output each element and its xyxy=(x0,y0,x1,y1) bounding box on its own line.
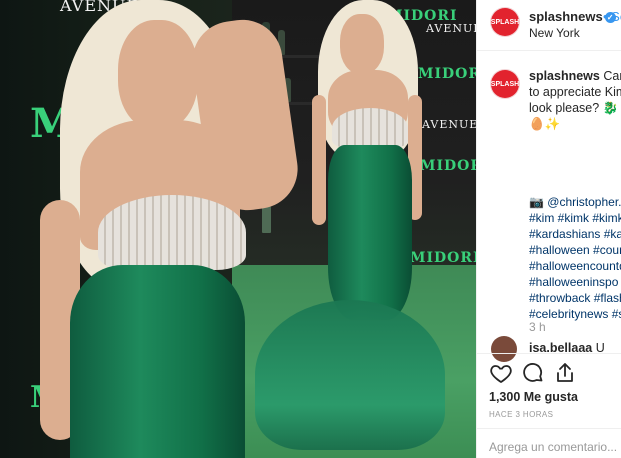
account-avatar[interactable]: SPLASH xyxy=(491,8,519,36)
avenue-logo: AVENUE xyxy=(426,22,476,35)
post-time-ago[interactable]: HACE 3 HORAS xyxy=(489,410,553,419)
hashtag-line[interactable]: #halloweeninspo # xyxy=(529,274,621,290)
photo-credit[interactable]: 📷 @christopher.p xyxy=(529,194,621,210)
hashtag-line[interactable]: #throwback #flashl xyxy=(529,290,621,306)
figure-right-shell-top xyxy=(332,108,408,148)
brand-logo-right-mid: MIDORI xyxy=(418,66,476,82)
figure-right-skirt xyxy=(328,145,412,320)
header-username-text[interactable]: splashnews xyxy=(529,9,603,24)
post-location[interactable]: New York xyxy=(529,26,580,40)
hashtag-line[interactable]: #halloweencountd xyxy=(529,258,621,274)
caption-line-2: to appreciate Kim's xyxy=(529,85,621,99)
post-photo[interactable]: MIDORI MIDORI MIDORI MIDORI MIDORI M AVE… xyxy=(0,0,476,458)
caption-line-3: look please? 🐉 Thi xyxy=(529,101,621,115)
hashtag-line[interactable]: #kim #kimk #kimka xyxy=(529,210,621,226)
brand-logo-right-bottom: MIDORI xyxy=(410,250,476,266)
follow-label[interactable]: Se xyxy=(611,9,621,24)
like-count[interactable]: 1,300 Me gusta xyxy=(489,390,578,404)
figure-left-skirt xyxy=(70,265,245,458)
commenter-avatar[interactable] xyxy=(491,336,517,362)
heart-icon[interactable] xyxy=(489,361,513,385)
add-comment-input[interactable]: Agrega un comentario... xyxy=(489,440,617,454)
share-icon[interactable] xyxy=(553,361,577,385)
caption-avatar[interactable]: SPLASH xyxy=(491,70,519,98)
figure-right-arm-left xyxy=(312,95,326,225)
figure-left-face xyxy=(118,20,198,130)
caption-text-1: Can xyxy=(603,69,621,83)
post-side-panel: SPLASH splashnews✓ • Se New York SPLASH … xyxy=(476,0,621,458)
follow-button[interactable]: • Se xyxy=(603,9,621,24)
hashtag-line[interactable]: #halloween #count xyxy=(529,242,621,258)
follow-dot: • xyxy=(603,9,612,24)
brand-logo-right-low: MIDORI xyxy=(420,158,476,174)
divider xyxy=(477,428,621,429)
avenue-logo: AVENUE xyxy=(422,118,476,131)
caption-username[interactable]: splashnews xyxy=(529,69,600,83)
bottle xyxy=(262,205,271,233)
caption-line-1: splashnews Can xyxy=(529,68,621,84)
caption-line-4: 🥚✨ xyxy=(529,117,561,131)
caption-timestamp[interactable]: 3 h xyxy=(529,320,546,334)
post-header: SPLASH splashnews✓ • Se New York xyxy=(477,0,621,51)
hashtag-line[interactable]: #kardashians #kard xyxy=(529,226,621,242)
comment-icon[interactable] xyxy=(521,361,545,385)
divider xyxy=(477,353,621,354)
figure-right-face xyxy=(340,14,384,74)
figure-left-shell-top xyxy=(98,195,246,270)
figure-right-mermaid-tail xyxy=(255,300,445,450)
